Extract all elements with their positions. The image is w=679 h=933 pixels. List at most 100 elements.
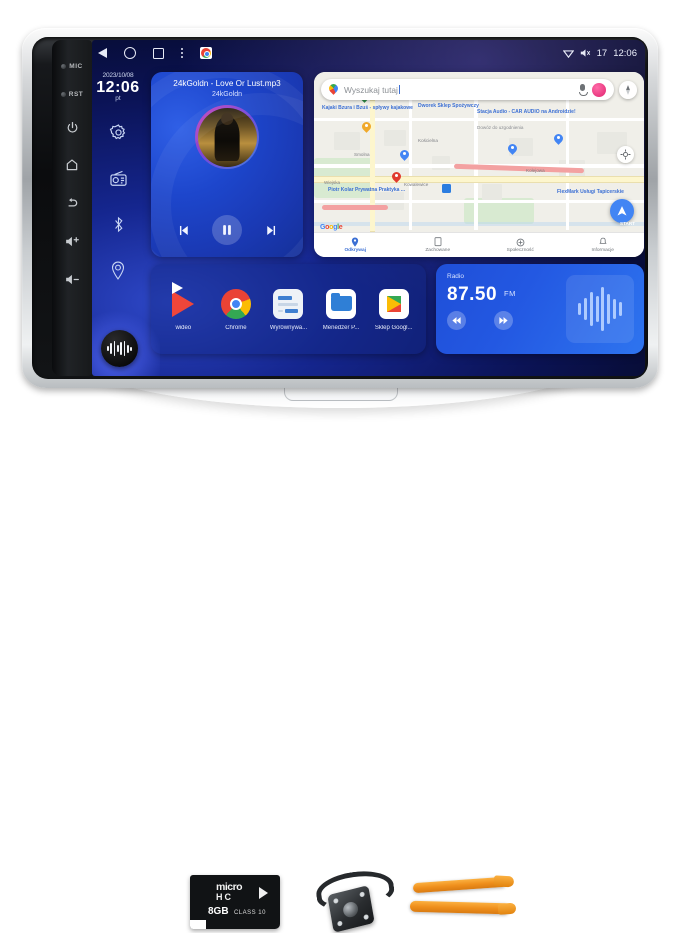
- radio-card[interactable]: Radio 87.50 FM: [436, 264, 644, 354]
- volume-up-button[interactable]: [55, 222, 89, 260]
- home-button[interactable]: [55, 146, 89, 184]
- next-track-button[interactable]: [260, 220, 280, 240]
- map-label: FlexMark Usługi Tapicerskie: [557, 189, 624, 195]
- hardware-key-strip: MIC RST: [52, 40, 92, 376]
- video-player-icon: [167, 288, 199, 320]
- chrome-icon[interactable]: [200, 47, 212, 59]
- map-label: Dowóz do uzgodnienia: [477, 125, 524, 130]
- maps-tab-label: Odkrywaj: [344, 248, 367, 253]
- mic-icon[interactable]: [579, 84, 588, 96]
- prev-track-button[interactable]: [174, 220, 194, 240]
- android-status-bar: 17 12:06: [92, 40, 645, 66]
- app-shortcut-chrome[interactable]: Chrome: [212, 288, 259, 331]
- maps-tab-contribute[interactable]: Społeczność: [479, 233, 562, 257]
- play-pause-button[interactable]: [212, 215, 242, 245]
- assistant-waveform-icon: [107, 341, 132, 356]
- map-label: Dworek Sklep Spożywczy: [418, 103, 479, 109]
- search-input-value: Wyszukaj tutaj: [344, 84, 398, 95]
- maps-tab-label: Informacje: [591, 248, 614, 253]
- map-pin[interactable]: [552, 132, 565, 146]
- account-avatar[interactable]: [592, 82, 606, 97]
- voice-assistant-button[interactable]: [101, 330, 138, 367]
- google-maps-card[interactable]: Kajaki Bzura i Bzuś - spływy kajakowe Dw…: [314, 72, 644, 257]
- app-label: Wyrównywa...: [269, 324, 308, 331]
- map-pin[interactable]: [506, 142, 519, 156]
- map-label: Kolejowa: [526, 168, 545, 173]
- microsd-brand: micro HC: [216, 881, 243, 902]
- rear-view-camera: [310, 866, 397, 933]
- pin-icon: [352, 237, 359, 247]
- search-input[interactable]: Wyszukaj tutaj: [344, 84, 573, 95]
- map-label: Smolna: [354, 152, 370, 157]
- microsd-capacity: 8GB: [208, 906, 229, 917]
- map-pin[interactable]: [398, 148, 411, 162]
- map-transit-marker[interactable]: [442, 184, 451, 193]
- app-shortcut-equalizer[interactable]: Wyrównywa...: [265, 288, 312, 331]
- bell-icon: [599, 237, 607, 244]
- dock-date: 2023/10/08: [102, 72, 134, 79]
- bluetooth-icon[interactable]: [102, 208, 134, 240]
- microsd-class: CLASS 10: [233, 910, 266, 916]
- maps-tab-updates[interactable]: Informacje: [562, 233, 645, 257]
- map-label: Kajaki Bzura i Bzuś - spływy kajakowe: [322, 105, 413, 111]
- map-label: Stacja Audio - CAR AUDIO na Androidzie!: [477, 109, 576, 115]
- app-shortcut-video[interactable]: wideo: [160, 288, 207, 331]
- wifi-icon: [562, 49, 574, 58]
- maps-tab-saved[interactable]: Zachowane: [397, 233, 480, 257]
- map-pin[interactable]: [390, 170, 403, 184]
- maps-tab-label: Społeczność: [506, 247, 534, 253]
- album-art: [195, 105, 259, 169]
- map-pin[interactable]: [360, 120, 373, 134]
- play-store-icon: [378, 288, 410, 320]
- radio-seek-down-button[interactable]: [447, 311, 466, 330]
- music-player-card[interactable]: 24kGoldn - Love Or Lust.mp3 24kGoldn: [151, 72, 303, 257]
- recenter-button[interactable]: [617, 146, 634, 163]
- music-controls: [151, 215, 303, 245]
- app-shortcuts-card: wideo Chrome Wyrównywa... Menedżer P... …: [151, 264, 426, 354]
- recents-icon[interactable]: [153, 47, 164, 59]
- settings-icon[interactable]: [102, 116, 134, 148]
- start-navigation-label: START: [620, 221, 635, 226]
- maps-pin-icon: [327, 82, 340, 95]
- maps-tab-label: Zachowane: [425, 248, 451, 253]
- dock-time: 12:06: [96, 79, 140, 96]
- chrome-icon: [220, 288, 252, 320]
- reset-label: RST: [55, 80, 89, 108]
- volume-icon: [580, 49, 590, 57]
- back-icon[interactable]: [98, 48, 107, 58]
- maps-tab-explore[interactable]: Odkrywaj: [314, 233, 397, 257]
- dock-day: pt: [115, 95, 121, 102]
- radio-band: FM: [504, 289, 516, 298]
- power-button[interactable]: [55, 108, 89, 146]
- screenshot-root: MIC RST 17 12:06 2023/10/08 12:06 pt 24k…: [0, 0, 679, 933]
- radio-frequency-value: 87.50: [447, 284, 498, 305]
- volume-value: 17: [596, 47, 608, 59]
- bookmark-icon: [434, 237, 442, 247]
- google-watermark: Google: [320, 224, 343, 231]
- radio-seek-up-button[interactable]: [494, 311, 513, 330]
- compass-icon[interactable]: [619, 80, 637, 99]
- microsd-card: micro HC 8GB CLASS 10: [190, 875, 280, 929]
- location-pin-icon[interactable]: [102, 254, 134, 286]
- music-title: 24kGoldn - Love Or Lust.mp3: [173, 79, 281, 88]
- camera-lens: [342, 900, 360, 919]
- touchscreen[interactable]: 17 12:06 2023/10/08 12:06 pt 24kGoldn - …: [92, 40, 645, 376]
- car-head-unit: MIC RST 17 12:06 2023/10/08 12:06 pt 24k…: [22, 28, 658, 388]
- app-shortcut-file-manager[interactable]: Menedżer P...: [318, 288, 365, 331]
- map-label: Kowalewice: [404, 182, 429, 187]
- maps-search-bar[interactable]: Wyszukaj tutaj: [321, 79, 614, 100]
- app-shortcut-play-store[interactable]: Sklep Googl...: [370, 288, 417, 331]
- mic-label: MIC: [55, 52, 89, 80]
- overflow-icon[interactable]: [181, 48, 183, 58]
- radio-icon[interactable]: [102, 162, 134, 194]
- app-label: Sklep Googl...: [374, 324, 413, 331]
- map-label: Piotr Kolar Prywatna Praktyka ...: [328, 187, 405, 193]
- status-clock: 12:06: [613, 47, 637, 59]
- app-label: Chrome: [225, 324, 247, 331]
- app-label: Menedżer P...: [322, 324, 360, 331]
- home-icon[interactable]: [124, 47, 136, 59]
- back-button[interactable]: [55, 184, 89, 222]
- volume-down-button[interactable]: [55, 260, 89, 298]
- left-dock: 2023/10/08 12:06 pt: [92, 66, 160, 376]
- start-navigation-button[interactable]: [610, 199, 634, 223]
